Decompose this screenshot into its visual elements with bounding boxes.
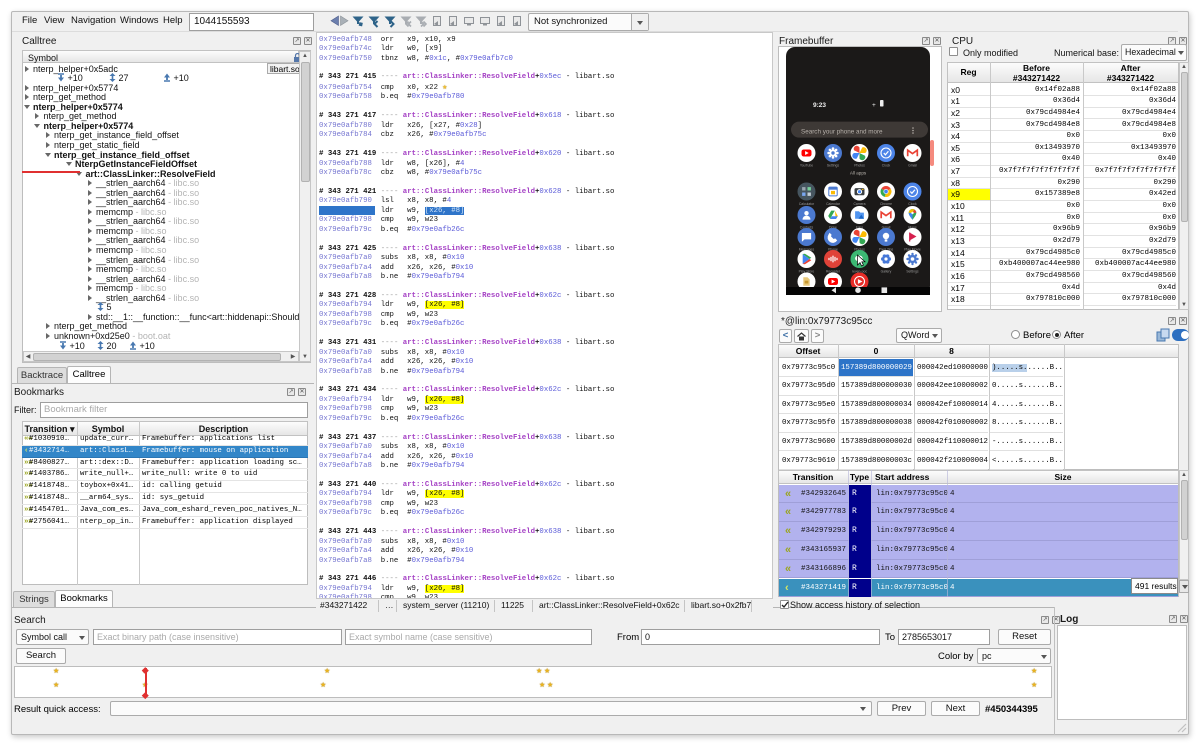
svg-text:9:23: 9:23 — [813, 102, 826, 109]
svg-text:Calculator: Calculator — [799, 202, 815, 206]
svg-text:YouTube: YouTube — [800, 164, 813, 168]
svg-text:All apps: All apps — [850, 171, 867, 176]
svg-text:Photos: Photos — [854, 164, 865, 168]
svg-text:Camera: Camera — [853, 202, 865, 206]
svg-text:Clock: Clock — [908, 202, 917, 206]
svg-text:Settings: Settings — [827, 164, 840, 168]
svg-text:Gallery: Gallery — [881, 270, 892, 274]
svg-text:+: + — [872, 102, 876, 109]
svg-text:Settings: Settings — [906, 270, 919, 274]
svg-text:Chrome: Chrome — [880, 202, 892, 206]
svg-text:Calendar: Calendar — [826, 202, 841, 206]
svg-text:Gmail: Gmail — [908, 164, 917, 168]
svg-text:Clock: Clock — [882, 164, 891, 168]
svg-text:Search your phone and more: Search your phone and more — [801, 129, 883, 136]
